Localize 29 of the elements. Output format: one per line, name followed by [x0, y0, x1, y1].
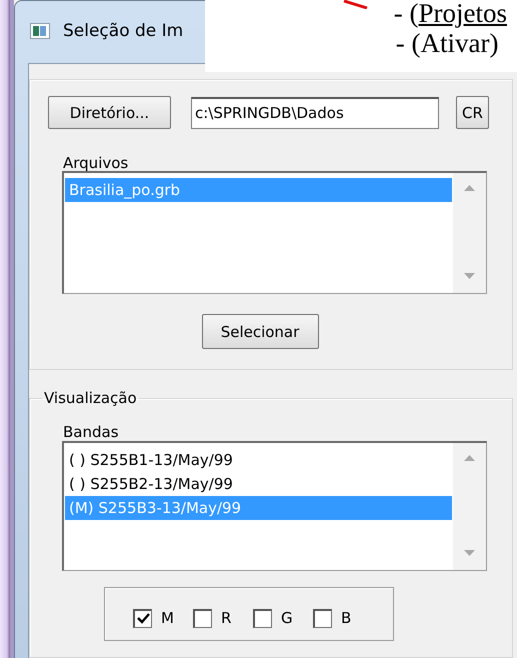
scroll-up-icon[interactable] — [464, 455, 475, 461]
scrollbar[interactable] — [453, 443, 486, 570]
checkbox-label: G — [281, 609, 294, 627]
scroll-up-icon[interactable] — [464, 185, 475, 191]
checkbox[interactable] — [193, 608, 212, 628]
callout-text: - ( — [394, 0, 418, 28]
bands-label: Bandas — [63, 423, 120, 441]
callout-text: - (Ativar) — [396, 28, 498, 58]
checkbox-label: B — [341, 609, 352, 627]
checkbox[interactable] — [133, 608, 152, 628]
checkbox[interactable] — [253, 608, 272, 628]
files-label: Arquivos — [63, 154, 130, 172]
directory-button[interactable]: Diretório... — [48, 96, 171, 129]
window-icon — [30, 23, 50, 39]
list-item[interactable]: ( ) S255B1-13/May/99 — [65, 448, 452, 472]
callout-link[interactable]: Projetos — [418, 0, 507, 28]
scroll-down-icon[interactable] — [464, 273, 475, 279]
scroll-down-icon[interactable] — [464, 550, 475, 556]
checkbox-label: M — [161, 609, 175, 627]
list-item[interactable]: ( ) S255B2-13/May/99 — [65, 472, 452, 496]
scrollbar[interactable] — [453, 173, 486, 293]
window-title: Seleção de Im — [63, 21, 184, 41]
checkbox[interactable] — [313, 608, 332, 628]
select-button[interactable]: Selecionar — [202, 314, 318, 349]
cr-button[interactable]: CR — [456, 96, 489, 129]
path-field[interactable]: c:\SPRINGDB\Dados — [191, 96, 439, 128]
bands-list[interactable]: ( ) S255B1-13/May/99 ( ) S255B2-13/May/99 (M) S255B3-13/May/99 — [62, 441, 487, 571]
checkbox-label: R — [221, 609, 232, 627]
group-title: Visualização — [43, 389, 138, 407]
